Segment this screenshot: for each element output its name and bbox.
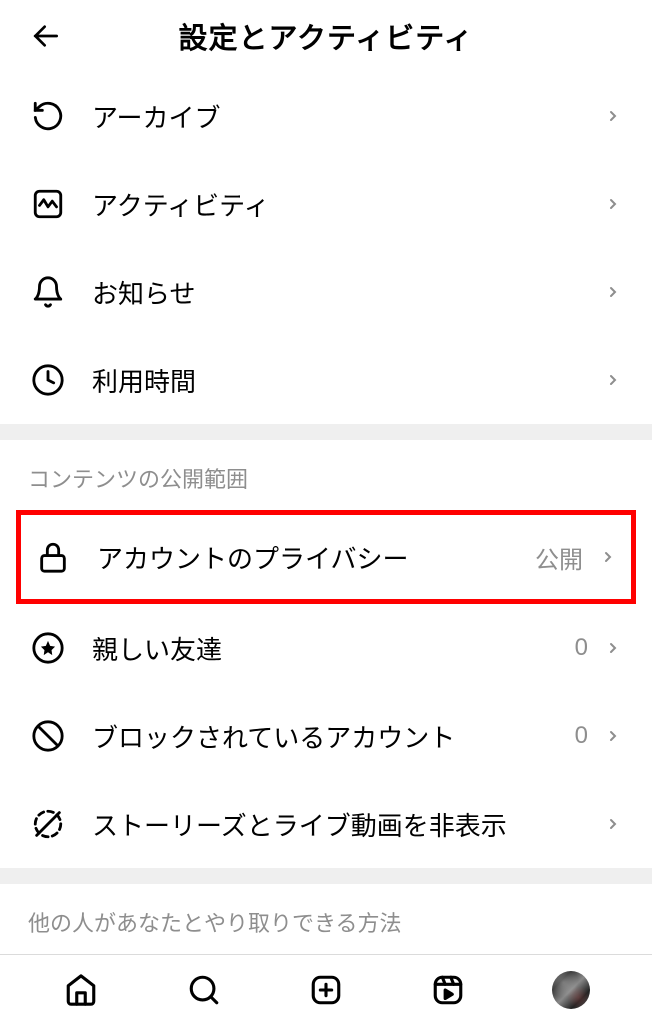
section-privacy: アカウントのプライバシー 公開 親しい友達 0 ブロックされているアカウント 0 [0, 510, 652, 868]
nav-reels[interactable] [426, 968, 470, 1012]
chevron-right-icon [602, 637, 624, 659]
chevron-right-icon [602, 193, 624, 215]
bell-icon [28, 272, 68, 312]
menu-label: アクティビティ [92, 186, 602, 223]
menu-label: アーカイブ [92, 98, 602, 135]
avatar-icon [552, 971, 590, 1009]
clock-icon [28, 360, 68, 400]
menu-item-account-privacy[interactable]: アカウントのプライバシー 公開 [16, 510, 636, 604]
block-icon [28, 716, 68, 756]
menu-label: ブロックされているアカウント [92, 718, 575, 755]
chevron-right-icon [597, 546, 619, 568]
back-button[interactable] [28, 18, 64, 54]
create-icon [309, 973, 343, 1007]
menu-item-activity[interactable]: アクティビティ [0, 160, 652, 248]
nav-home[interactable] [59, 968, 103, 1012]
nav-create[interactable] [304, 968, 348, 1012]
menu-value: 0 [575, 634, 588, 662]
nav-search[interactable] [182, 968, 226, 1012]
section-header-privacy: コンテンツの公開範囲 [0, 440, 652, 510]
menu-label: 親しい友達 [92, 630, 575, 667]
bottom-nav [0, 954, 652, 1024]
menu-item-notifications[interactable]: お知らせ [0, 248, 652, 336]
home-icon [64, 973, 98, 1007]
chevron-right-icon [602, 813, 624, 835]
header: 設定とアクティビティ [0, 0, 652, 72]
menu-item-archive[interactable]: アーカイブ [0, 72, 652, 160]
hide-icon [28, 804, 68, 844]
section-divider [0, 424, 652, 440]
menu-item-usage-time[interactable]: 利用時間 [0, 336, 652, 424]
menu-item-blocked-accounts[interactable]: ブロックされているアカウント 0 [0, 692, 652, 780]
section-header-interactions: 他の人があなたとやり取りできる方法 [0, 884, 652, 954]
chevron-right-icon [602, 281, 624, 303]
menu-label: ストーリーズとライブ動画を非表示 [92, 806, 602, 843]
reels-icon [431, 973, 465, 1007]
activity-icon [28, 184, 68, 224]
search-icon [187, 973, 221, 1007]
section-divider [0, 868, 652, 884]
nav-profile[interactable] [549, 968, 593, 1012]
back-arrow-icon [30, 20, 62, 52]
menu-label: アカウントのプライバシー [97, 539, 535, 576]
menu-value: 0 [575, 722, 588, 750]
menu-value: 公開 [535, 540, 583, 575]
lock-icon [33, 537, 73, 577]
menu-item-close-friends[interactable]: 親しい友達 0 [0, 604, 652, 692]
section-activity: アーカイブ アクティビティ お知らせ [0, 72, 652, 424]
chevron-right-icon [602, 105, 624, 127]
archive-icon [28, 96, 68, 136]
star-icon [28, 628, 68, 668]
page-title: 設定とアクティビティ [64, 15, 588, 57]
chevron-right-icon [602, 725, 624, 747]
menu-item-hide-stories[interactable]: ストーリーズとライブ動画を非表示 [0, 780, 652, 868]
menu-label: 利用時間 [92, 362, 602, 399]
chevron-right-icon [602, 369, 624, 391]
menu-label: お知らせ [92, 274, 602, 311]
